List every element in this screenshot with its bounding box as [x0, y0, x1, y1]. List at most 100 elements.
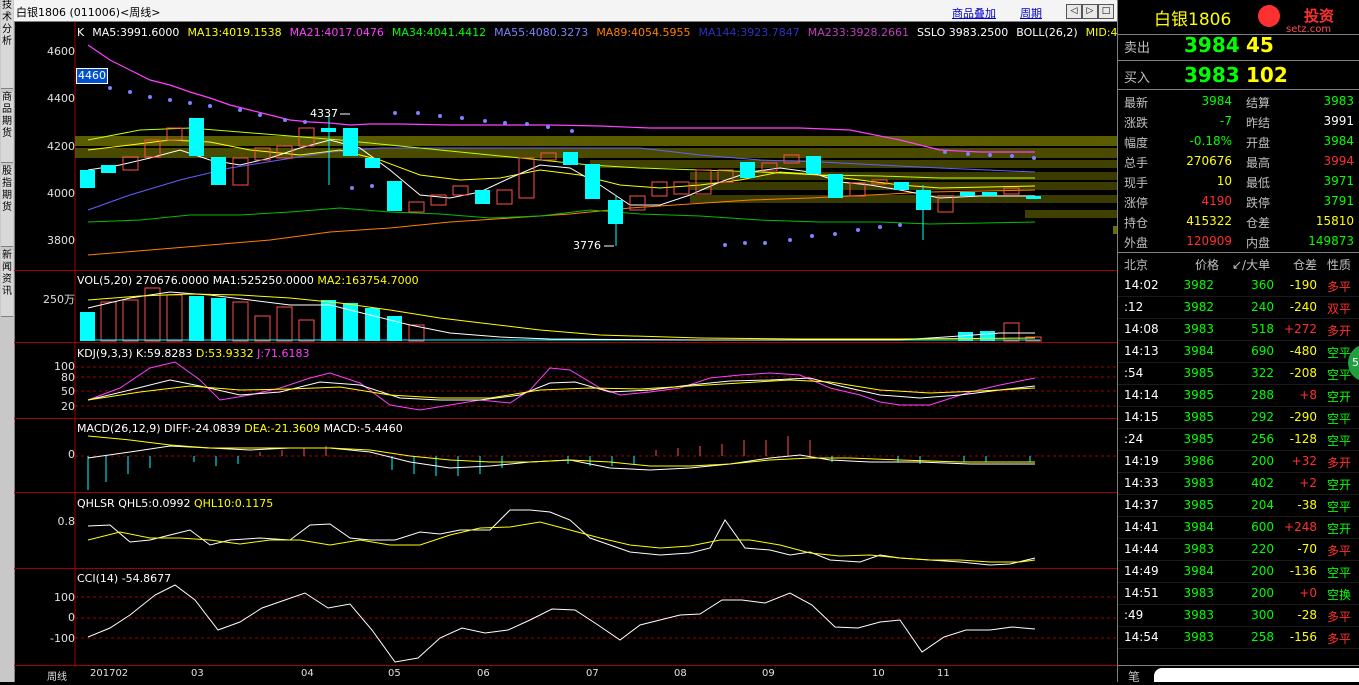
tick-header-oi: 仓差 — [1293, 258, 1318, 272]
x-tick: 201702 — [90, 668, 129, 679]
tick-row[interactable]: 14:19 3986 200 +32 多开 — [1118, 450, 1359, 473]
tick-price: 3982 — [1183, 300, 1214, 314]
macd-ytick: 0 — [68, 448, 75, 461]
tick-volume: 258 — [1251, 630, 1274, 644]
cci-title: CCI(14) — [77, 572, 119, 585]
kdj-title: KDJ(9,3,3) — [77, 347, 133, 360]
stat-value: 3994 — [1323, 154, 1354, 168]
tick-oi-change: -240 — [1289, 300, 1317, 314]
tick-row[interactable]: 14:14 3985 288 +8 空开 — [1118, 384, 1359, 407]
stat-label: 最低 — [1246, 176, 1271, 190]
tick-type: 空平 — [1327, 500, 1352, 514]
kline-ytick-4400: 4400 — [47, 92, 75, 105]
input-area[interactable] — [1154, 668, 1359, 682]
stat-label: 现手 — [1124, 176, 1149, 190]
tick-time: :54 — [1124, 366, 1144, 380]
tick-row[interactable]: 14:13 3984 690 -480 空平 — [1118, 340, 1359, 363]
sell-price: 3984 — [1184, 33, 1240, 57]
stat-value: 10 — [1216, 174, 1232, 188]
tick-row[interactable]: 14:49 3984 200 -136 空平 — [1118, 560, 1359, 583]
stat-label: 昨结 — [1246, 116, 1271, 130]
tick-volume: 300 — [1251, 608, 1274, 622]
tick-oi-change: +8 — [1299, 388, 1317, 402]
tick-volume: 600 — [1251, 520, 1274, 534]
tick-row[interactable]: :54 3985 322 -208 空平 — [1118, 362, 1359, 385]
stat-label: 最新 — [1124, 96, 1149, 110]
tick-time: 14:08 — [1124, 322, 1159, 336]
tick-row[interactable]: :49 3983 300 -28 多平 — [1118, 604, 1359, 627]
vol-ma1: MA1:525250.0000 — [212, 274, 314, 287]
tick-row[interactable]: :12 3982 240 -240 双平 — [1118, 296, 1359, 319]
ma-indicator: MA13:4019.1538 — [187, 26, 282, 39]
tick-volume: 322 — [1251, 366, 1274, 380]
x-tick: 11 — [937, 668, 950, 679]
tick-type: 多平 — [1327, 280, 1352, 294]
tick-price: 3985 — [1183, 410, 1214, 424]
tick-time: 14:44 — [1124, 542, 1159, 556]
tick-volume: 256 — [1251, 432, 1274, 446]
logo-icon — [1258, 5, 1280, 27]
contract-name: 白银1806 — [1154, 10, 1232, 30]
cci-ytick-0: 0 — [68, 611, 75, 624]
tick-volume: 360 — [1251, 278, 1274, 292]
stat-value: 149873 — [1308, 234, 1354, 248]
tick-price: 3983 — [1183, 322, 1214, 336]
tick-row[interactable]: 14:02 3982 360 -190 多平 — [1118, 274, 1359, 297]
macd-title: MACD(26,12,9) — [77, 422, 161, 435]
ma-indicator: MA89:4054.5955 — [596, 26, 691, 39]
kdj-ytick-50: 50 — [61, 385, 75, 398]
vol-ytick: 250万 — [43, 293, 75, 306]
tick-row[interactable]: 14:54 3983 258 -156 多平 — [1118, 626, 1359, 649]
tick-type: 多平 — [1327, 544, 1352, 558]
stat-value: -0.18% — [1189, 134, 1232, 148]
kdj-ytick-20: 20 — [61, 400, 75, 413]
stat-label: 涨停 — [1124, 196, 1149, 210]
tick-volume: 288 — [1251, 388, 1274, 402]
tick-price: 3986 — [1183, 454, 1214, 468]
stat-label: 幅度 — [1124, 136, 1149, 150]
tick-type: 多开 — [1327, 456, 1352, 470]
stat-label: 内盘 — [1246, 236, 1271, 250]
kdj-k: K:59.8283 — [136, 347, 193, 360]
tick-type: 空开 — [1327, 522, 1352, 536]
tick-oi-change: +248 — [1284, 520, 1317, 534]
tick-price: 3983 — [1183, 476, 1214, 490]
tick-oi-change: +0 — [1299, 586, 1317, 600]
macd-diff: DIFF:-24.0839 — [164, 422, 241, 435]
tick-time: :49 — [1124, 608, 1144, 622]
tick-row[interactable]: 14:44 3983 220 -70 多平 — [1118, 538, 1359, 561]
tick-row[interactable]: :24 3985 256 -128 空平 — [1118, 428, 1359, 451]
tick-time: 14:54 — [1124, 630, 1159, 644]
ma-indicator: MA144:3923.7847 — [698, 26, 800, 39]
tick-row[interactable]: 14:51 3983 200 +0 空换 — [1118, 582, 1359, 605]
tick-type: 空平 — [1327, 412, 1352, 426]
stat-value: 3971 — [1323, 174, 1354, 188]
tick-row[interactable]: 14:33 3983 402 +2 空开 — [1118, 472, 1359, 495]
stat-label: 持仓 — [1124, 216, 1149, 230]
low-marker: 3776 — [573, 239, 601, 252]
tick-volume: 200 — [1251, 586, 1274, 600]
qhlsr-q5: QHL5:0.0992 — [118, 497, 191, 510]
buy-price: 3983 — [1184, 63, 1240, 87]
x-tick: 10 — [872, 668, 885, 679]
tick-volume: 240 — [1251, 300, 1274, 314]
buy-label: 买入 — [1124, 71, 1151, 86]
tick-volume: 200 — [1251, 454, 1274, 468]
kline-indicator-header: K MA5:3991.6000 MA13:4019.1538 MA21:4017.04… — [77, 26, 1147, 39]
tick-row[interactable]: 14:41 3984 600 +248 空开 — [1118, 516, 1359, 539]
tick-type: 空开 — [1327, 478, 1352, 492]
tick-row[interactable]: 14:37 3985 204 -38 空平 — [1118, 494, 1359, 517]
tick-row[interactable]: 14:15 3985 292 -290 空平 — [1118, 406, 1359, 429]
tick-time: 14:02 — [1124, 278, 1159, 292]
x-tick: 05 — [388, 668, 401, 679]
tick-time: :24 — [1124, 432, 1144, 446]
macd-header: MACD(26,12,9) DIFF:-24.0839 DEA:-21.3609… — [77, 422, 403, 435]
kline-ytick-4600: 4600 — [47, 45, 75, 58]
tick-header-type: 性质 — [1327, 258, 1352, 272]
tick-price: 3983 — [1183, 608, 1214, 622]
tick-row[interactable]: 14:08 3983 518 +272 多开 — [1118, 318, 1359, 341]
x-tick: 09 — [762, 668, 775, 679]
kline-ytick-4200: 4200 — [47, 140, 75, 153]
tick-type: 空平 — [1327, 368, 1352, 382]
macd-dea: DEA:-21.3609 — [244, 422, 321, 435]
